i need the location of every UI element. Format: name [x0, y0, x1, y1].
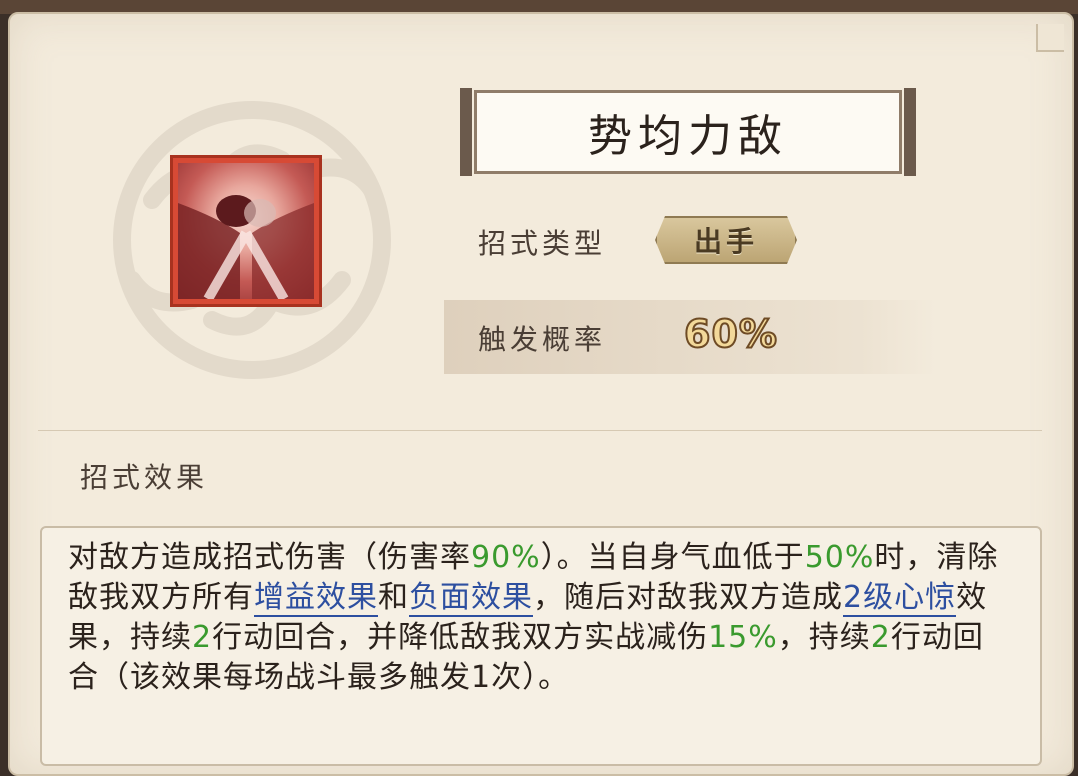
- highlight-value: 2: [870, 620, 891, 655]
- description-text: 对敌方造成招式伤害（伤害率: [68, 540, 471, 575]
- title-box: 势均力敌: [474, 90, 902, 174]
- highlight-value: 2: [192, 620, 213, 655]
- clashing-fists-icon: [178, 195, 314, 299]
- description-text: ）。当自身气血低于: [540, 540, 805, 575]
- skill-icon: [170, 155, 322, 307]
- bracket-right: [904, 88, 916, 176]
- type-badge: 出手: [655, 216, 797, 264]
- probability-label: 触发概率: [478, 323, 607, 356]
- effect-description: 对敌方造成招式伤害（伤害率90%）。当自身气血低于50%时，清除敌我双方所有增益…: [68, 538, 1013, 698]
- probability-value: 60%: [683, 311, 778, 357]
- keyword-link[interactable]: 负面效果: [409, 580, 533, 617]
- description-text: 行动回合，并降低敌我双方实战减伤: [212, 620, 709, 655]
- bracket-left: [460, 88, 472, 176]
- description-text: ，持续: [777, 620, 871, 655]
- section-divider: [38, 430, 1042, 431]
- skill-name: 势均力敌: [588, 111, 788, 162]
- type-label: 招式类型: [478, 227, 607, 260]
- description-text: 和: [378, 580, 409, 615]
- highlight-value: 90%: [471, 540, 541, 575]
- panel-corner: [1036, 24, 1064, 52]
- skill-title-plaque: 势均力敌: [460, 88, 916, 176]
- highlight-value: 15%: [708, 620, 778, 655]
- effect-title: 招式效果: [80, 461, 209, 494]
- description-text: ，随后对敌我双方造成: [533, 580, 843, 615]
- highlight-value: 50%: [804, 540, 875, 575]
- keyword-link[interactable]: 增益效果: [254, 580, 378, 617]
- keyword-link[interactable]: 2级心惊: [843, 580, 957, 617]
